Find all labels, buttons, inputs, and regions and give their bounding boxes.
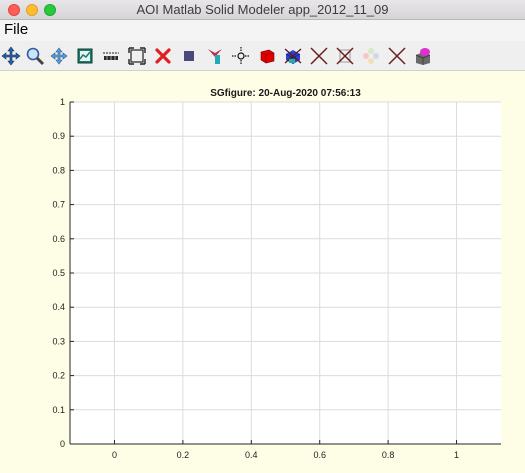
y-tick-label: 0.1 [52,405,65,415]
y-tick-label: 0.2 [52,371,65,381]
x-tick-label: 0.2 [177,450,190,460]
y-tick-label: 0.8 [52,165,65,175]
x-tick-label: 0.4 [245,450,258,460]
plot-axes[interactable]: 0 0.1 0.2 0.3 0.4 0.5 0.6 0.7 0.8 0.9 1 0 0.2 0.4 0.6… [0,0,525,473]
y-tick-label: 1 [60,97,65,107]
y-tick-label: 0.4 [52,302,65,312]
y-tick-label: 0.5 [52,268,65,278]
y-tick-label: 0.7 [52,200,65,210]
y-tick-label: 0.9 [52,131,65,141]
x-tick-label: 0.6 [313,450,326,460]
x-tick-label: 1 [454,450,459,460]
x-tick-label: 0 [112,450,117,460]
x-tick-label: 0.8 [382,450,395,460]
y-tick-label: 0.6 [52,234,65,244]
y-tick-label: 0 [60,439,65,449]
y-tick-label: 0.3 [52,336,65,346]
